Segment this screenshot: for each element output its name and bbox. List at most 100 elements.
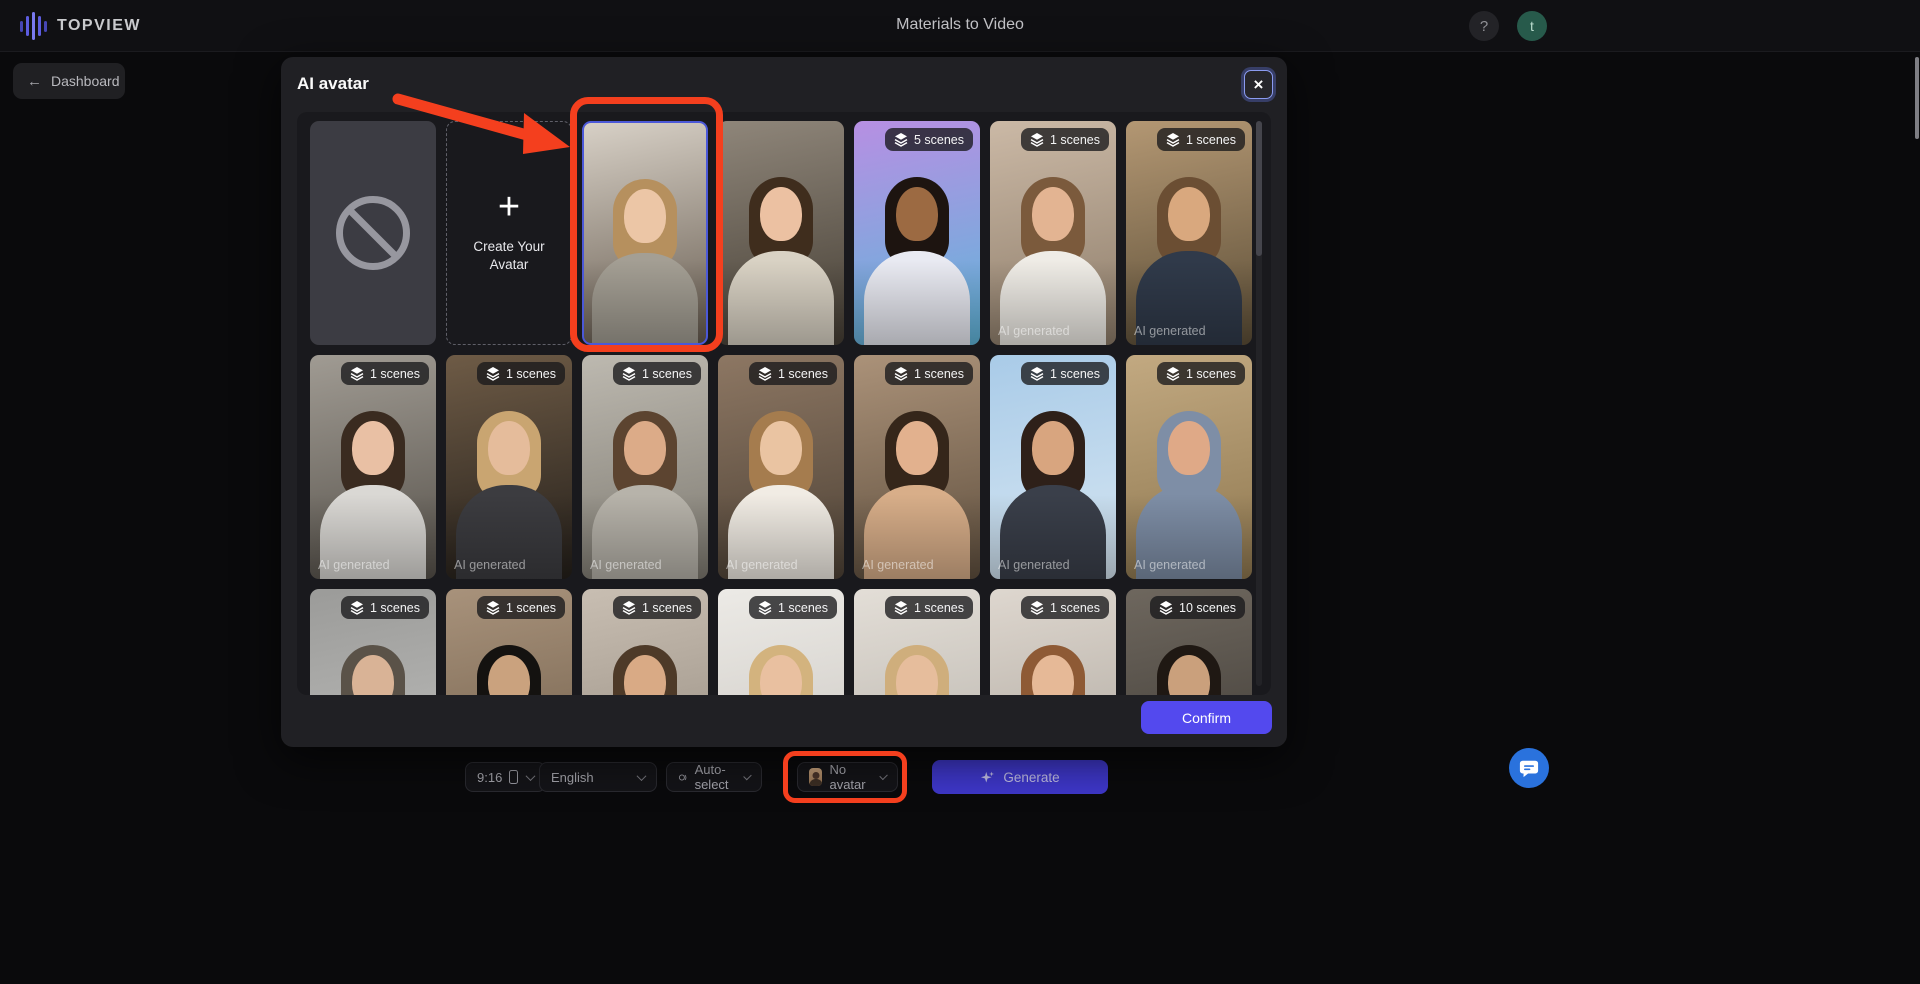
avatar-tile[interactable]: 10 scenes [1126,589,1252,695]
confirm-label: Confirm [1182,710,1231,726]
scenes-badge-label: 1 scenes [914,601,964,615]
scenes-badge-label: 1 scenes [1050,133,1100,147]
avatar-tile[interactable]: 1 scenes [310,589,436,695]
scenes-badge: 1 scenes [885,362,973,385]
photo-shade [446,355,572,579]
confirm-button[interactable]: Confirm [1141,701,1272,734]
scenes-badge-label: 1 scenes [1050,601,1100,615]
scenes-badge-label: 1 scenes [370,601,420,615]
close-icon: × [1254,75,1264,95]
scenes-badge: 1 scenes [477,362,565,385]
avatar-thumbnail-icon [809,768,822,786]
scenes-badge-label: 1 scenes [1186,133,1236,147]
scenes-badge-label: 1 scenes [1050,367,1100,381]
avatar-grid-panel: +Create Your Avatar 5 scenes 1 scenes AI ge… [297,112,1271,695]
scenes-badge-label: 1 scenes [914,367,964,381]
avatar-tile[interactable] [718,121,844,345]
avatar-tile[interactable]: 1 scenes AI generated [990,121,1116,345]
scenes-badge: 5 scenes [885,128,973,151]
ai-generated-watermark: AI generated [1134,324,1206,338]
chat-widget-button[interactable] [1509,748,1549,788]
layers-icon [1030,366,1044,381]
ai-avatar-modal: AI avatar × +Create Your Avatar 5 scenes 1… [281,57,1287,747]
ai-generated-watermark: AI generated [998,558,1070,572]
layers-icon [1030,132,1044,147]
chevron-down-icon [637,771,647,781]
dashboard-back-button[interactable]: ← Dashboard [13,63,125,99]
page-title: Materials to Video [0,16,1920,34]
voice-select[interactable]: Auto-select [666,762,762,792]
grid-scrollbar-thumb[interactable] [1256,121,1262,256]
layers-icon [758,366,772,381]
avatar-grid: +Create Your Avatar 5 scenes 1 scenes AI ge… [310,121,1252,695]
voice-icon [678,770,688,785]
scenes-badge: 1 scenes [885,596,973,619]
photo-shade [854,121,980,345]
avatar-tile[interactable]: 1 scenes [854,589,980,695]
modal-title: AI avatar [297,74,369,94]
scenes-badge: 1 scenes [1021,128,1109,151]
scenes-badge-label: 1 scenes [370,367,420,381]
ai-generated-watermark: AI generated [726,558,798,572]
scenes-badge: 1 scenes [1157,362,1245,385]
scenes-badge-label: 1 scenes [778,601,828,615]
scenes-badge: 1 scenes [341,362,429,385]
photo-shade [1126,121,1252,345]
prohibition-icon [336,196,410,270]
chevron-down-icon [879,771,888,780]
user-avatar[interactable]: t [1517,11,1547,41]
generate-button[interactable]: Generate [932,760,1108,794]
voice-value: Auto-select [695,762,737,792]
avatar-tile[interactable]: 1 scenes [582,589,708,695]
avatar-tile[interactable]: 1 scenesAI generated [854,355,980,579]
app-root: TOPVIEW Materials to Video ? t ← Dashboa… [0,0,1920,984]
avatar-mode-select[interactable]: No avatar [797,762,898,792]
grid-scrollbar[interactable] [1256,121,1262,686]
avatar-tile[interactable]: 1 scenesAI generated [1126,355,1252,579]
avatar-tile[interactable]: 1 scenes [446,589,572,695]
avatar-tile[interactable]: 5 scenes [854,121,980,345]
scenes-badge: 10 scenes [1150,596,1245,619]
ai-generated-watermark: AI generated [590,558,662,572]
chat-bubble-icon [1519,758,1539,778]
aspect-ratio-value: 9:16 [477,770,502,785]
language-select[interactable]: English [539,762,657,792]
no-avatar-tile[interactable] [310,121,436,345]
plus-icon: + [498,192,520,222]
avatar-tile[interactable]: 1 scenes [990,589,1116,695]
page-scrollbar[interactable] [1915,57,1919,139]
avatar-tile[interactable]: 1 scenesAI generated [310,355,436,579]
create-avatar-tile[interactable]: +Create Your Avatar [446,121,572,345]
avatar-tile[interactable]: 1 scenes AI generated [582,355,708,579]
scenes-badge-label: 1 scenes [642,367,692,381]
ai-generated-watermark: AI generated [454,558,526,572]
photo-shade [718,121,844,345]
layers-icon [758,600,772,615]
photo-shade [718,355,844,579]
scenes-badge: 1 scenes [613,596,701,619]
avatar-tile[interactable]: 1 scenes AI generated [1126,121,1252,345]
top-bar: TOPVIEW Materials to Video ? t [0,0,1920,52]
layers-icon [894,132,908,147]
scenes-badge-label: 5 scenes [914,133,964,147]
scenes-badge-label: 10 scenes [1179,601,1236,615]
layers-icon [350,600,364,615]
aspect-ratio-select[interactable]: 9:16 [465,762,546,792]
help-button[interactable]: ? [1469,11,1499,41]
scenes-badge: 1 scenes [749,362,837,385]
layers-icon [1030,600,1044,615]
avatar-tile-selected[interactable] [582,121,708,345]
photo-shade [310,355,436,579]
avatar-tile[interactable]: 1 scenes [718,589,844,695]
ai-generated-watermark: AI generated [998,324,1070,338]
photo-shade [584,123,706,343]
scenes-badge-label: 1 scenes [778,367,828,381]
avatar-tile[interactable]: 1 scenes AI generated [446,355,572,579]
avatar-tile[interactable]: 1 scenes AI generated [990,355,1116,579]
chevron-down-icon [526,771,536,781]
layers-icon [1166,132,1180,147]
layers-icon [622,600,636,615]
close-button[interactable]: × [1244,70,1273,99]
scenes-badge: 1 scenes [1021,596,1109,619]
avatar-tile[interactable]: 1 scenes AI generated [718,355,844,579]
